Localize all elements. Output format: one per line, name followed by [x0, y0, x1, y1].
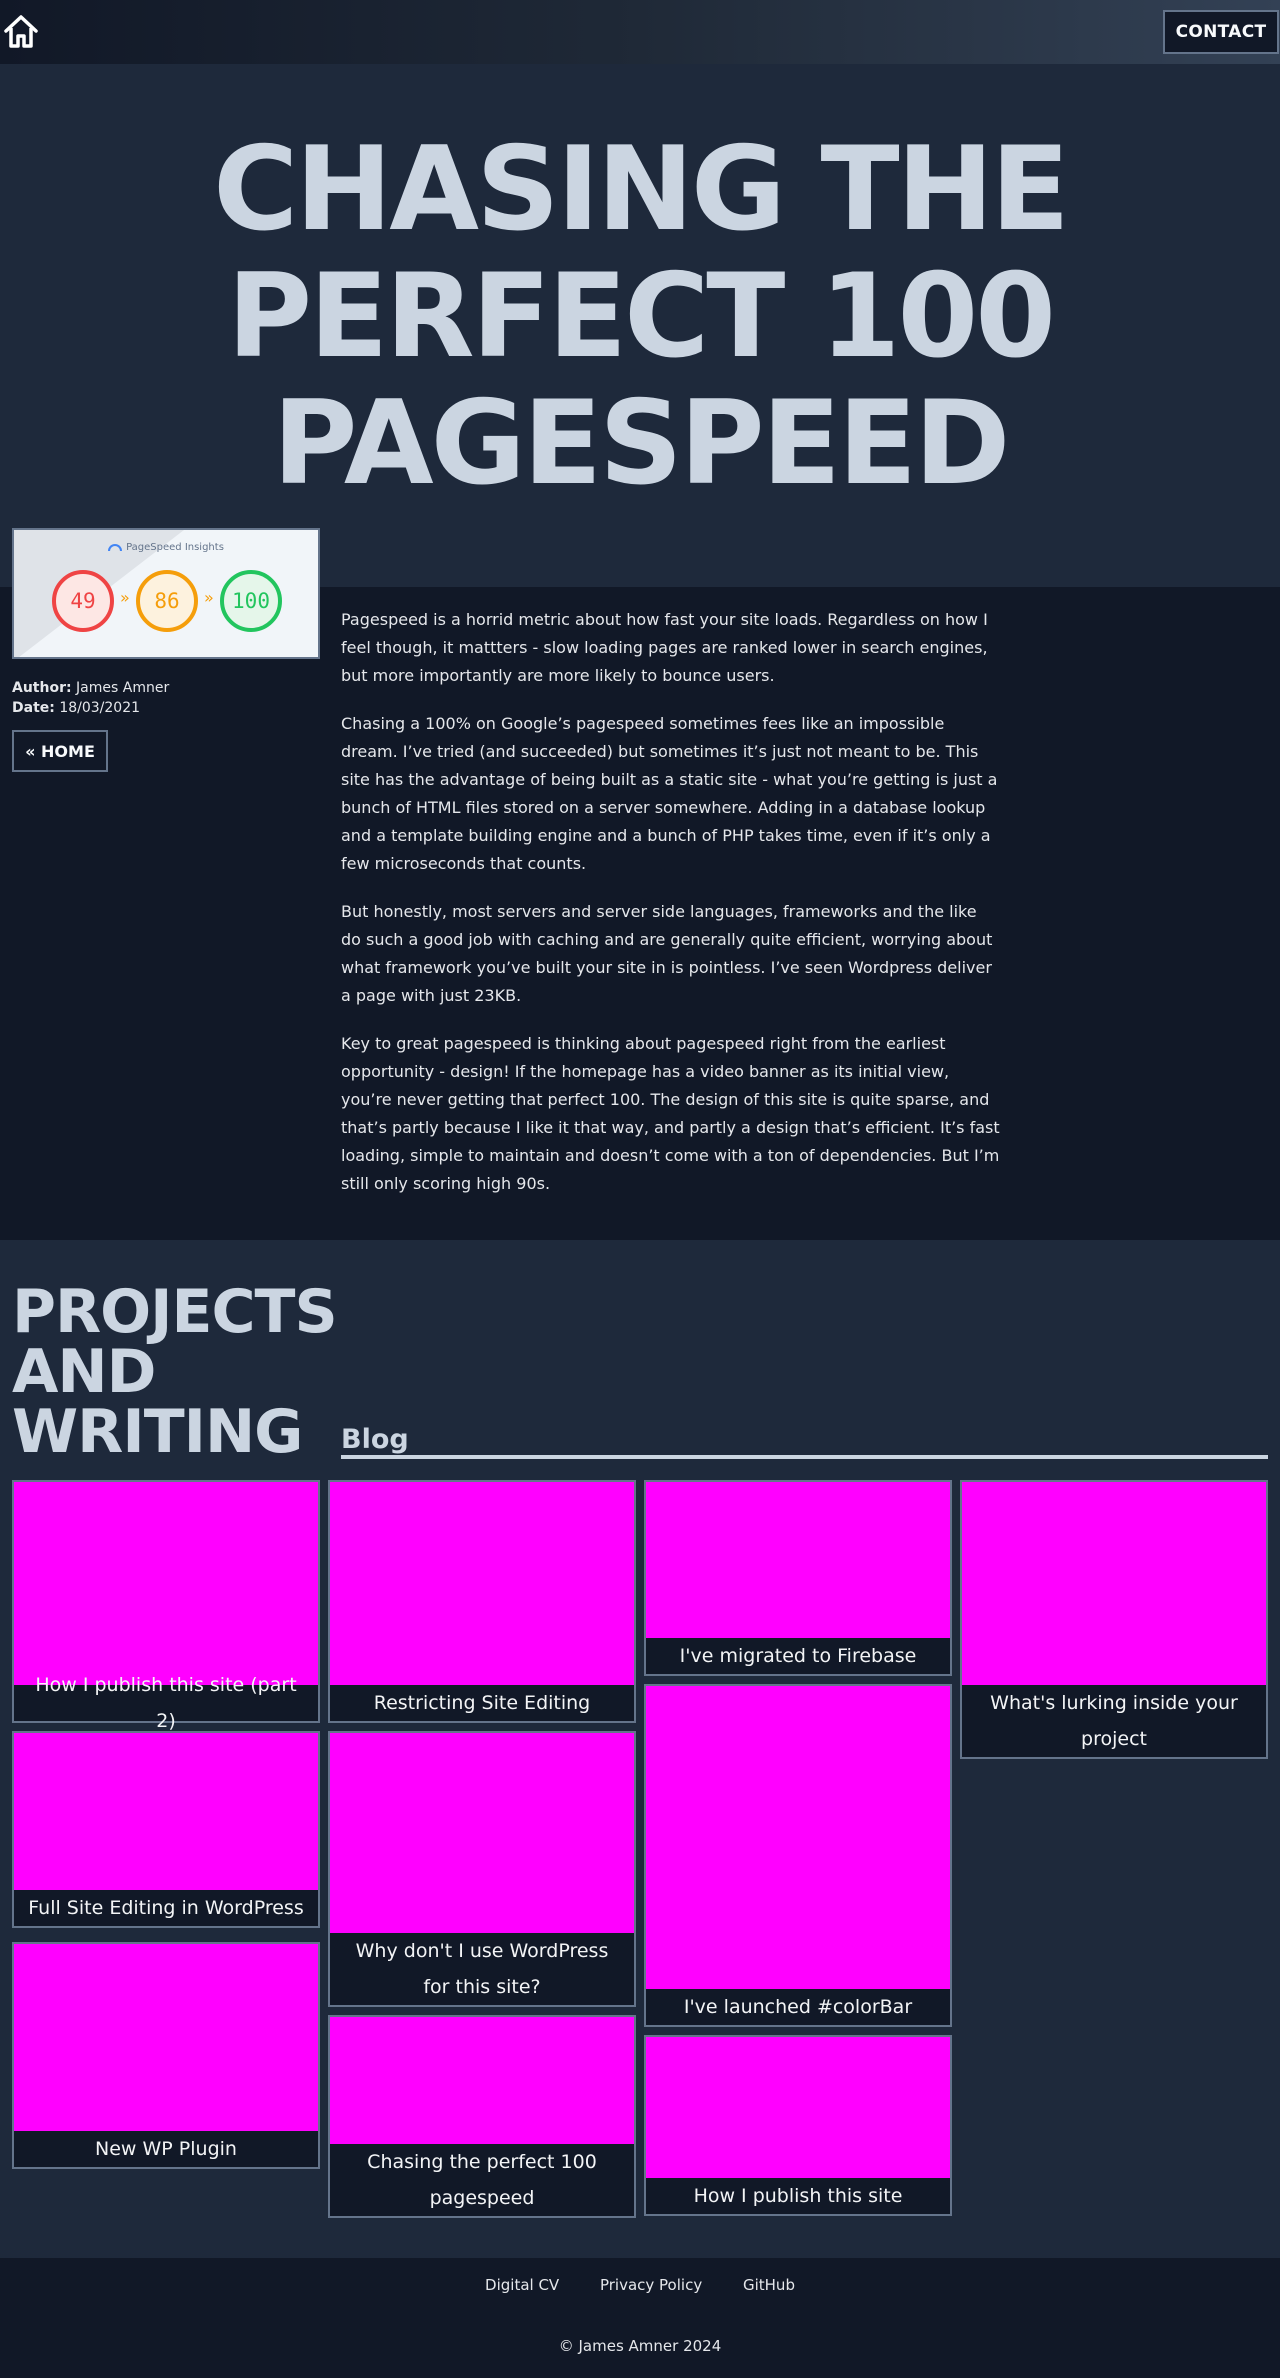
article-paragraph: Pagespeed is a horrid metric about how f… — [341, 610, 988, 685]
card-image — [14, 1944, 318, 2131]
pagespeed-logo-icon — [108, 543, 123, 551]
footer-link-github[interactable]: GitHub — [743, 2276, 795, 2294]
footer-link-privacy-policy[interactable]: Privacy Policy — [600, 2276, 702, 2294]
arrow-icon: » — [120, 588, 130, 607]
date-line: Date: 18/03/2021 — [12, 698, 169, 718]
card-image — [646, 1686, 950, 1989]
copyright: © James Amner 2024 — [558, 2337, 722, 2355]
card-title: How I publish this site — [693, 2185, 903, 2207]
article-paragraph: Key to great pagespeed is thinking about… — [341, 1034, 1000, 1193]
blog-card[interactable]: Restricting Site Editing — [328, 1480, 636, 1723]
card-image — [330, 2017, 634, 2144]
blog-card[interactable]: Why don't I use WordPress for this site? — [328, 1731, 636, 2007]
arrow-icon: » — [204, 588, 214, 607]
blog-card[interactable]: I've launched #colorBar — [644, 1684, 952, 2027]
author-line: Author: James Amner — [12, 678, 169, 698]
home-icon[interactable] — [2, 12, 40, 50]
card-image — [646, 1482, 950, 1638]
card-title: How I publish this site (part 2) — [35, 1674, 297, 1732]
page-title: CHASING THE PERFECT 100 PAGESPEED — [0, 126, 1280, 507]
card-title: Full Site Editing in WordPress — [28, 1897, 304, 1919]
blog-card[interactable]: What's lurking inside your project — [960, 1480, 1268, 1759]
psi-header: PageSpeed Insights — [14, 542, 318, 553]
hero-section: CHASING THE PERFECT 100 PAGESPEED — [0, 64, 1280, 587]
card-title: Why don't I use WordPress for this site? — [355, 1940, 609, 1998]
card-title: Chasing the perfect 100 pagespeed — [367, 2151, 597, 2209]
card-title: New WP Plugin — [95, 2138, 237, 2160]
top-bar: CONTACT — [0, 0, 1280, 64]
score-gauge-mid: 86 — [136, 570, 198, 632]
date-label: Date: — [12, 700, 55, 716]
score-gauge-high: 100 — [220, 570, 282, 632]
card-image — [330, 1733, 634, 1933]
article-body: Pagespeed is a horrid metric about how f… — [341, 606, 1001, 1218]
card-image — [646, 2037, 950, 2178]
psi-heading: PageSpeed Insights — [126, 542, 224, 553]
article-paragraph: Chasing a 100% on Google’s pagespeed som… — [341, 714, 998, 873]
footer-nav: Digital CV Privacy Policy GitHub — [0, 2276, 1280, 2294]
author-label: Author: — [12, 680, 72, 696]
projects-heading: PROJECTS AND WRITING — [12, 1277, 338, 1467]
article-paragraph: But honestly, most servers and server si… — [341, 902, 993, 1005]
card-image — [330, 1482, 634, 1685]
blog-card[interactable]: Chasing the perfect 100 pagespeed — [328, 2015, 636, 2218]
card-title: Restricting Site Editing — [373, 1692, 591, 1714]
title-line: PERFECT 100 — [227, 249, 1056, 384]
post-thumbnail: PageSpeed Insights 49 » 86 » 100 — [12, 528, 320, 659]
card-title: I've migrated to Firebase — [679, 1645, 917, 1667]
card-title: I've launched #colorBar — [683, 1996, 913, 2018]
blog-card[interactable]: How I publish this site (part 2) — [12, 1480, 320, 1732]
card-image — [962, 1482, 1266, 1685]
back-home-button[interactable]: « HOME — [12, 730, 108, 772]
blog-divider — [341, 1455, 1268, 1459]
score-gauge-low: 49 — [52, 570, 114, 632]
title-line: PAGESPEED — [272, 376, 1011, 511]
card-image — [14, 1733, 318, 1890]
card-image — [14, 1482, 318, 1685]
blog-card[interactable]: How I publish this site — [644, 2035, 952, 2216]
post-date: 18/03/2021 — [59, 700, 141, 716]
post-meta: Author: James Amner Date: 18/03/2021 — [12, 678, 169, 718]
blog-card[interactable]: Full Site Editing in WordPress — [12, 1731, 320, 1928]
card-title: What's lurking inside your project — [990, 1692, 1238, 1750]
contact-button[interactable]: CONTACT — [1163, 10, 1279, 54]
footer-link-digital-cv[interactable]: Digital CV — [485, 2276, 559, 2294]
title-line: CHASING THE — [213, 122, 1070, 257]
blog-card[interactable]: New WP Plugin — [12, 1942, 320, 2169]
blog-card[interactable]: I've migrated to Firebase — [644, 1480, 952, 1676]
blog-heading: Blog — [341, 1424, 409, 1455]
author-name: James Amner — [76, 680, 170, 696]
